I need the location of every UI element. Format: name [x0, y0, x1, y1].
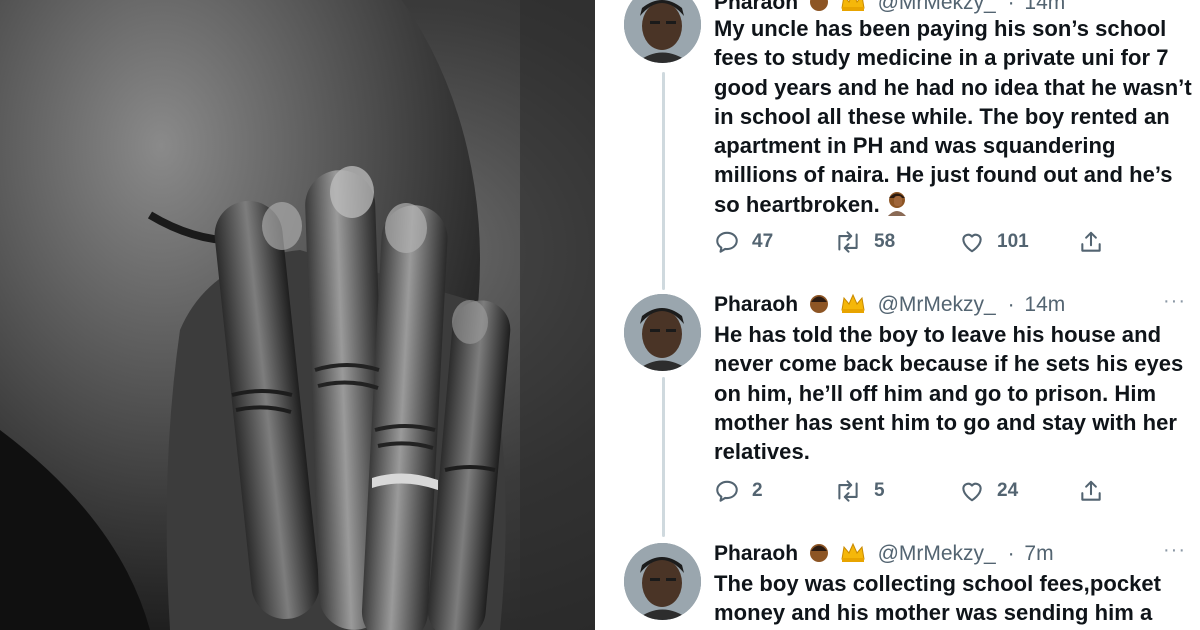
man-facepalm-emoji-icon	[884, 190, 910, 223]
tweet-text-content: My uncle has been paying his son’s schoo…	[714, 16, 1192, 217]
man-emoji-icon	[808, 292, 830, 323]
crown-emoji-icon	[840, 541, 866, 572]
retweet-icon	[838, 231, 858, 253]
avatar-image	[624, 0, 701, 63]
reply-button[interactable]: 47	[714, 227, 773, 257]
more-options-button[interactable]: ···	[1163, 290, 1186, 313]
thread-connector	[662, 72, 665, 290]
like-button[interactable]: 101	[959, 227, 1029, 257]
tweet-header: Pharaoh @MrMekzy_ · 7m	[714, 539, 1054, 569]
tweet-text-content: The boy was collecting school fees,pocke…	[714, 571, 1162, 626]
handle[interactable]: @MrMekzy_	[878, 0, 996, 14]
tweet-text: He has told the boy to leave his house a…	[714, 320, 1194, 466]
reply-button[interactable]: 2	[714, 476, 763, 506]
like-button[interactable]: 24	[959, 476, 1018, 506]
share-icon	[1081, 480, 1101, 501]
share-icon	[1081, 231, 1101, 252]
crown-emoji-icon	[840, 292, 866, 323]
timestamp[interactable]: 14m	[1024, 0, 1065, 14]
separator: ·	[1007, 542, 1015, 565]
tweet-text: My uncle has been paying his son’s schoo…	[714, 14, 1194, 223]
timestamp[interactable]: 7m	[1024, 542, 1053, 565]
reply-icon	[716, 480, 738, 502]
tweet-actions: 47 58 101	[714, 227, 1114, 257]
more-options-button[interactable]: ···	[1163, 539, 1186, 562]
like-count: 24	[997, 480, 1019, 501]
like-icon	[962, 482, 982, 502]
retweet-icon	[838, 480, 858, 502]
reply-count: 2	[752, 480, 763, 501]
tweet-actions: 2 5 24	[714, 476, 1114, 506]
display-name[interactable]: Pharaoh	[714, 542, 798, 565]
handle[interactable]: @MrMekzy_	[878, 542, 996, 565]
avatar-image	[624, 543, 701, 620]
thread-connector	[662, 377, 665, 537]
tweet-header: Pharaoh @MrMekzy_ · 14m	[714, 290, 1065, 320]
timestamp[interactable]: 14m	[1024, 293, 1065, 316]
avatar[interactable]	[624, 0, 701, 63]
avatar-image	[624, 294, 701, 371]
share-button[interactable]	[1078, 476, 1104, 506]
like-count: 101	[997, 231, 1029, 252]
retweet-button[interactable]: 5	[834, 476, 885, 506]
separator: ·	[1007, 0, 1015, 14]
photo-illustration	[0, 0, 595, 630]
avatar[interactable]	[624, 294, 701, 371]
man-emoji-icon	[808, 541, 830, 572]
reply-count: 47	[752, 231, 774, 252]
separator: ·	[1007, 293, 1015, 316]
retweet-count: 58	[874, 231, 896, 252]
tweet-thread: Pharaoh @MrMekzy_ · 14m My uncle has bee…	[595, 0, 1200, 630]
share-button[interactable]	[1078, 227, 1104, 257]
display-name[interactable]: Pharaoh	[714, 0, 798, 14]
tweet-text-content: He has told the boy to leave his house a…	[714, 322, 1184, 465]
retweet-count: 5	[874, 480, 885, 501]
handle[interactable]: @MrMekzy_	[878, 293, 996, 316]
tweet-text: The boy was collecting school fees,pocke…	[714, 569, 1194, 628]
man-covering-face-photo	[0, 0, 595, 630]
retweet-button[interactable]: 58	[834, 227, 895, 257]
avatar[interactable]	[624, 543, 701, 620]
display-name[interactable]: Pharaoh	[714, 293, 798, 316]
reply-icon	[716, 231, 738, 253]
like-icon	[962, 233, 982, 253]
